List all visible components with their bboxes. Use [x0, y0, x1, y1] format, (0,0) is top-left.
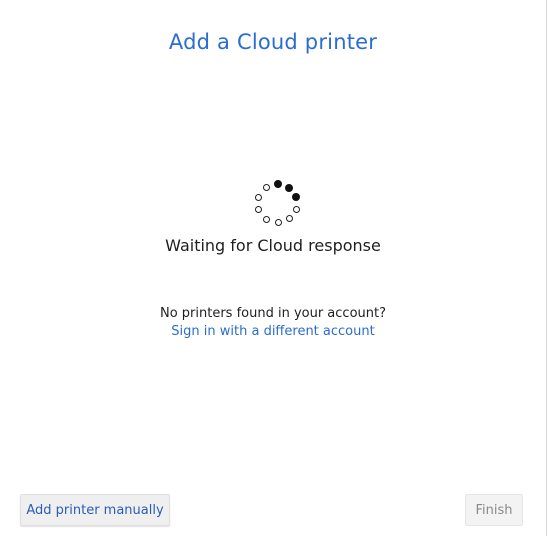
spinner-dot: [255, 206, 262, 213]
dialog-title: Add a Cloud printer: [168, 30, 378, 54]
add-cloud-printer-dialog: Add a Cloud printer Waiting for Cloud re…: [0, 0, 547, 536]
add-printer-manually-button[interactable]: Add printer manually: [20, 494, 170, 526]
spinner-dot: [293, 206, 300, 213]
spinner-dot: [255, 194, 262, 201]
spinner-dot: [292, 193, 300, 201]
spinner-dot: [263, 216, 270, 223]
status-text: Waiting for Cloud response: [165, 236, 381, 255]
spinner-dot: [274, 180, 282, 188]
sign-in-different-account-link[interactable]: Sign in with a different account: [0, 324, 546, 339]
spinner-dot: [285, 184, 293, 192]
loading-spinner-icon: [253, 180, 303, 228]
finish-button[interactable]: Finish: [465, 494, 523, 526]
spinner-dot: [275, 219, 282, 226]
spinner-dot: [286, 215, 293, 222]
spinner-dot: [263, 184, 270, 191]
no-printers-text: No printers found in your account?: [159, 306, 387, 321]
